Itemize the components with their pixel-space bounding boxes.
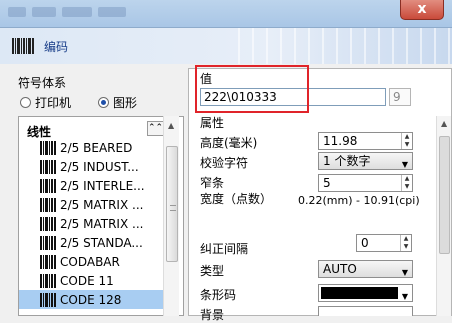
list-item-label: 2/5 MATRIX ... xyxy=(60,216,144,231)
barcode-icon xyxy=(40,292,56,307)
list-item-label: CODE 11 xyxy=(60,273,114,288)
barcode-color-label: 条形码 xyxy=(200,288,237,302)
list-item[interactable]: 2/5 BEARED xyxy=(19,138,165,157)
list-item-label: 2/5 INDUST... xyxy=(60,159,139,174)
title-bar: x xyxy=(0,0,452,28)
toolbar-icon xyxy=(62,7,92,17)
narrow-bar-label: 窄条 xyxy=(200,176,225,190)
character-count: 9 xyxy=(389,88,411,106)
radio-printer[interactable]: 打印机 xyxy=(20,94,71,111)
list-item-label: 2/5 INTERLE... xyxy=(60,178,145,193)
barcode-icon xyxy=(40,159,56,174)
width-range: 0.22(mm) - 10.91(cpi) xyxy=(298,194,420,207)
correction-label: 纠正间隔 xyxy=(200,242,249,256)
type-label: 类型 xyxy=(200,264,225,278)
radio-printer-label: 打印机 xyxy=(35,96,72,110)
width-label: 宽度（点数） xyxy=(200,192,273,206)
toolbar-icon xyxy=(98,7,126,17)
barcode-icon xyxy=(40,178,56,193)
header-title[interactable]: 编码 xyxy=(44,38,68,55)
height-value: 11.98 xyxy=(323,134,358,148)
list-item[interactable]: CODE 11 xyxy=(19,271,165,290)
dialog-header: 编码 xyxy=(0,28,452,64)
chevron-down-icon: ▼ xyxy=(401,160,408,169)
type-value: AUTO xyxy=(323,262,357,276)
list-item-label: 2/5 MATRIX ... xyxy=(60,197,144,212)
collapse-icon[interactable]: ⌃⌃ xyxy=(147,121,164,136)
header-decoration xyxy=(232,28,452,64)
list-item-label: CODABAR xyxy=(60,254,120,269)
symbology-label: 符号体系 xyxy=(18,76,67,90)
narrow-bar-spinner[interactable]: ▲ ▼ xyxy=(401,175,412,191)
list-item[interactable]: 2/5 MATRIX ... xyxy=(19,214,165,233)
list-item[interactable]: 2/5 STANDA... xyxy=(19,233,165,252)
list-item[interactable]: 2/5 INTERLE... xyxy=(19,176,165,195)
toolbar-icon xyxy=(32,7,56,17)
chevron-down-icon: ▼ xyxy=(401,268,408,277)
radio-button-selected[interactable] xyxy=(98,97,109,108)
correction-spinner[interactable]: ▲ ▼ xyxy=(400,235,411,251)
correction-value: 0 xyxy=(361,236,369,250)
barcode-icon xyxy=(40,197,56,212)
grip-icon xyxy=(170,205,176,211)
properties-label: 属性 xyxy=(200,116,225,130)
barcode-icon xyxy=(40,140,56,155)
highlight-annotation xyxy=(195,65,309,113)
narrow-bar-value: 5 xyxy=(323,176,331,190)
list-item[interactable]: 2/5 MATRIX ... xyxy=(19,195,165,214)
background-color-picker[interactable] xyxy=(318,306,413,316)
list-item[interactable]: 2/5 INDUST... xyxy=(19,157,165,176)
barcode-icon xyxy=(40,273,56,288)
radio-graphic-label: 图形 xyxy=(113,96,138,110)
list-item-selected[interactable]: CODE 128 xyxy=(19,290,165,309)
color-swatch xyxy=(321,287,398,299)
check-digit-label: 校验字符 xyxy=(200,156,249,170)
check-digit-dropdown[interactable]: 1 个数字 ▼ xyxy=(318,152,413,170)
height-label: 高度(毫米) xyxy=(200,136,258,150)
height-field[interactable]: 11.98 ▲ ▼ xyxy=(318,132,413,150)
check-digit-value: 1 个数字 xyxy=(323,154,371,168)
barcode-icon xyxy=(40,235,56,250)
list-item-label: CODE 128 xyxy=(60,292,122,307)
correction-field[interactable]: 0 ▲ ▼ xyxy=(356,234,412,252)
app-icon xyxy=(8,7,26,17)
scroll-up-arrow-icon[interactable]: ▲ xyxy=(168,121,174,130)
height-spinner[interactable]: ▲ ▼ xyxy=(401,133,412,149)
radio-button[interactable] xyxy=(20,97,31,108)
properties-scrollbar[interactable]: ▲ xyxy=(436,116,451,316)
barcode-color-picker[interactable]: ▼ xyxy=(318,284,413,302)
background-color-label: 背景 xyxy=(200,308,225,322)
type-dropdown[interactable]: AUTO ▼ xyxy=(318,260,413,278)
list-item[interactable]: CODABAR xyxy=(19,252,165,271)
radio-graphic[interactable]: 图形 xyxy=(98,94,137,111)
scroll-up-arrow-icon[interactable]: ▲ xyxy=(441,119,447,128)
list-item-label: 2/5 BEARED xyxy=(60,140,133,155)
chevron-down-icon: ▼ xyxy=(401,292,408,301)
list-item-label: 2/5 STANDA... xyxy=(60,235,143,250)
barcode-icon xyxy=(40,216,56,231)
barcode-type-list[interactable]: 线性 ⌃⌃ 2/5 BEARED 2/5 INDUST... 2/5 INTER… xyxy=(18,116,184,316)
barcode-icon xyxy=(12,38,34,54)
narrow-bar-field[interactable]: 5 ▲ ▼ xyxy=(318,174,413,192)
scrollbar-thumb[interactable] xyxy=(439,136,450,254)
barcode-icon xyxy=(40,254,56,269)
close-button[interactable]: x xyxy=(400,0,444,20)
list-scrollbar[interactable]: ▲ xyxy=(163,116,179,316)
scrollbar-thumb[interactable] xyxy=(166,146,178,262)
